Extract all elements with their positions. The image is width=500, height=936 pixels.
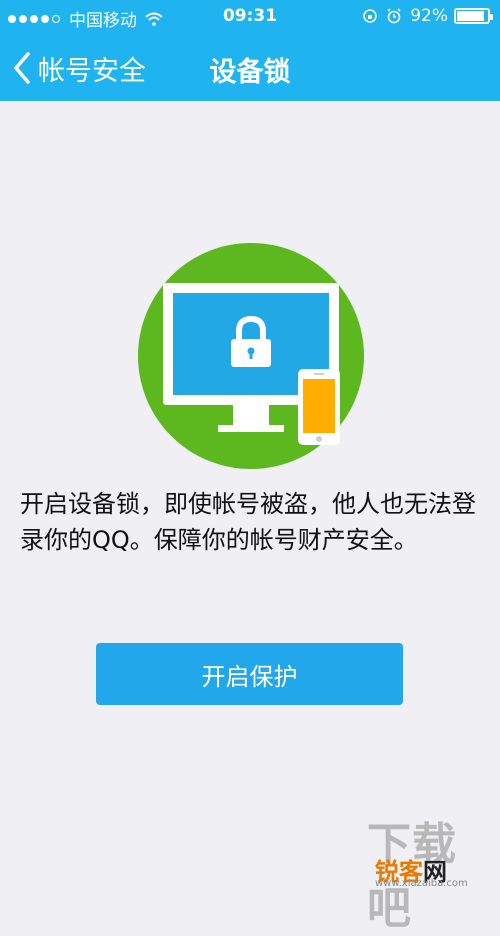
device-lock-illustration [138,243,364,469]
description-text: 开启设备锁，即使帐号被盗，他人也无法登录你的QQ。保障你的帐号财产安全。 [20,490,476,554]
monitor-stand [233,405,269,425]
battery-percent: 92% [410,6,448,26]
monitor-base [218,425,284,432]
phone-screen [303,379,335,433]
rotation-lock-icon [363,9,378,23]
enable-protection-button[interactable]: 开启保护 [96,643,403,705]
page-title: 设备锁 [209,57,291,88]
status-right: 92% [362,6,493,26]
battery-icon [454,8,493,24]
watermark-url: www.xiazaiba.com [375,878,468,889]
alarm-icon [387,8,401,24]
header-bar: 中国移动 09:31 92% 帐号安全 设备锁 [0,0,500,101]
watermark: 下载吧 锐客网 www.xiazaiba.com [363,808,500,934]
status-bar: 中国移动 09:31 92% [0,0,500,34]
